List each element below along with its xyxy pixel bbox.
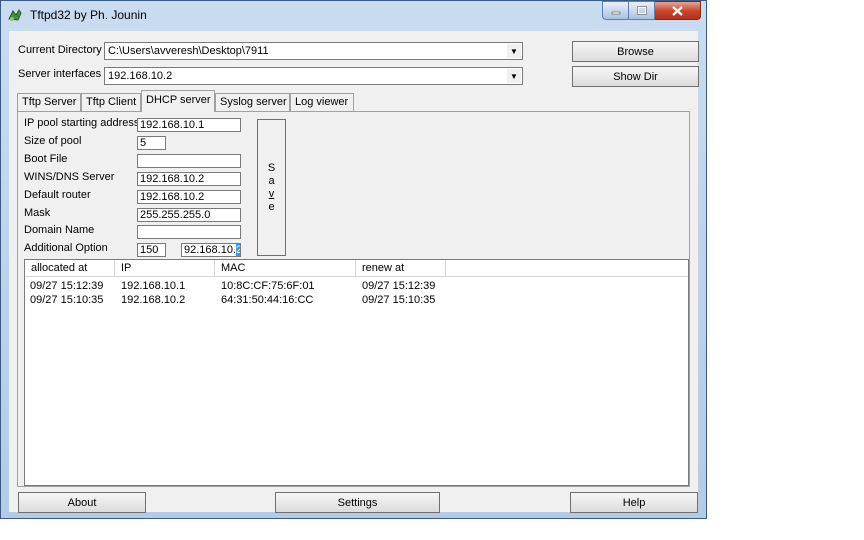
mask-input[interactable]: 255.255.255.0 [137, 208, 241, 222]
tab-tftp-server[interactable]: Tftp Server [17, 93, 81, 111]
server-interfaces-combo[interactable]: 192.168.10.2 ▼ [104, 67, 523, 85]
show-dir-button[interactable]: Show Dir [572, 66, 699, 87]
tab-tftp-client[interactable]: Tftp Client [81, 93, 141, 111]
wins-dns-input[interactable]: 192.168.10.2 [137, 172, 241, 186]
current-directory-label: Current Directory [18, 44, 102, 56]
tab-label: DHCP server [146, 94, 211, 106]
browse-button[interactable]: Browse [572, 41, 699, 62]
tab-syslog-server[interactable]: Syslog server [215, 93, 290, 111]
column-header[interactable]: IP [115, 260, 215, 276]
chevron-down-icon[interactable]: ▼ [507, 69, 521, 83]
lease-table-header: allocated at IP MAC renew at [25, 260, 688, 277]
about-button[interactable]: About [18, 492, 146, 513]
show-dir-button-label: Show Dir [613, 70, 658, 83]
domain-name-label: Domain Name [24, 224, 95, 236]
browse-button-label: Browse [617, 45, 654, 58]
table-cell: 64:31:50:44:16:CC [221, 294, 314, 306]
additional-option-code-input[interactable]: 150 [137, 243, 166, 257]
pool-size-label: Size of pool [24, 135, 82, 147]
close-button[interactable] [655, 1, 701, 20]
table-cell: 09/27 15:12:39 [30, 280, 104, 292]
tab-label: Syslog server [220, 96, 287, 108]
app-window: Tftpd32 by Ph. Jounin Current Directory … [0, 0, 707, 519]
wins-dns-label: WINS/DNS Server [24, 171, 115, 183]
minimize-icon [611, 11, 620, 14]
additional-option-value-text: 92.168.10. [184, 244, 236, 256]
save-letter: v [268, 187, 275, 200]
ip-pool-label: IP pool starting address [24, 117, 140, 129]
server-interfaces-value: 192.168.10.2 [108, 70, 173, 82]
table-cell: 09/27 15:10:35 [362, 294, 436, 306]
tab-log-viewer[interactable]: Log viewer [290, 93, 354, 111]
tab-dhcp-server[interactable]: DHCP server [141, 90, 215, 112]
chevron-down-icon[interactable]: ▼ [507, 44, 521, 58]
help-button-label: Help [622, 496, 646, 509]
tab-label: Log viewer [295, 96, 349, 108]
mask-label: Mask [24, 207, 51, 219]
pool-size-input[interactable]: 5 [137, 136, 166, 150]
table-cell: 10:8C:CF:75:6F:01 [221, 280, 315, 292]
table-cell: 09/27 15:10:35 [30, 294, 104, 306]
settings-button[interactable]: Settings [275, 492, 440, 513]
minimize-button[interactable] [602, 1, 629, 20]
column-header[interactable]: MAC [215, 260, 356, 276]
column-header[interactable]: renew at [356, 260, 446, 276]
current-directory-value: C:\Users\avveresh\Desktop\7911 [108, 45, 269, 57]
domain-name-input[interactable] [137, 225, 241, 239]
boot-file-input[interactable] [137, 154, 241, 168]
tab-label: Tftp Client [86, 96, 137, 108]
column-header[interactable]: allocated at [25, 260, 115, 276]
settings-button-label: Settings [337, 496, 378, 509]
ip-pool-input[interactable]: 192.168.10.1 [137, 118, 241, 132]
default-router-label: Default router [24, 189, 91, 201]
maximize-button[interactable] [629, 1, 655, 20]
boot-file-label: Boot File [24, 153, 68, 165]
help-button[interactable]: Help [570, 492, 698, 513]
about-button-label: About [67, 496, 97, 509]
table-cell: 192.168.10.2 [121, 294, 186, 306]
client-area: Current Directory C:\Users\avveresh\Desk… [9, 31, 699, 513]
save-button[interactable]: S a v e [257, 119, 286, 256]
save-letter: e [268, 200, 275, 213]
server-interfaces-label: Server interfaces [18, 68, 102, 80]
additional-option-label: Additional Option [24, 242, 108, 254]
additional-option-value-input[interactable]: 92.168.10.2 [181, 243, 241, 257]
table-cell: 192.168.10.1 [121, 280, 186, 292]
tab-label: Tftp Server [22, 96, 77, 108]
lease-table[interactable]: allocated at IP MAC renew at 09/27 15:12… [24, 259, 689, 486]
maximize-icon [636, 6, 647, 15]
default-router-input[interactable]: 192.168.10.2 [137, 190, 241, 204]
save-letter: a [268, 174, 275, 187]
current-directory-combo[interactable]: C:\Users\avveresh\Desktop\7911 ▼ [104, 42, 523, 60]
table-cell: 09/27 15:12:39 [362, 280, 436, 292]
close-icon [672, 5, 683, 16]
title-bar[interactable]: Tftpd32 by Ph. Jounin [1, 1, 706, 29]
window-title: Tftpd32 by Ph. Jounin [30, 8, 147, 22]
save-letter: S [267, 161, 276, 174]
selected-text: 2 [236, 244, 240, 256]
app-icon [8, 9, 22, 21]
